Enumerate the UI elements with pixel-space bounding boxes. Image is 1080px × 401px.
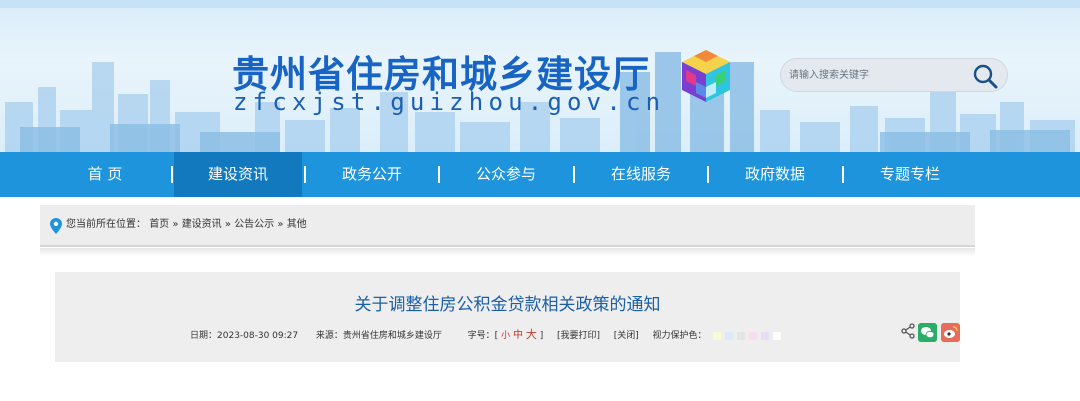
publish-date: 2023-08-30 09:27 — [217, 331, 299, 341]
font-small-button[interactable]: 小 — [501, 329, 510, 343]
print-link[interactable]: [我要打印] — [557, 329, 600, 343]
nav-separator — [304, 166, 306, 183]
nav-separator — [171, 166, 173, 183]
nav-item-government-affairs[interactable]: 政务公开 — [316, 152, 428, 197]
weibo-share-icon[interactable] — [941, 323, 960, 342]
nav-item-special-topics[interactable]: 专题专栏 — [854, 152, 966, 197]
bracket-close: ] — [539, 331, 544, 341]
search-input[interactable] — [781, 59, 967, 91]
breadcrumb-shadow — [40, 248, 975, 256]
font-large-button[interactable]: 大 — [526, 328, 537, 342]
eye-care-color-swatch[interactable] — [761, 331, 770, 340]
bracket-open: [ — [494, 331, 499, 341]
breadcrumb-link-home[interactable]: 首页 — [149, 219, 169, 230]
nav-item-public-participation[interactable]: 公众参与 — [450, 152, 562, 197]
source-label: 来源： — [315, 331, 343, 341]
eye-care-label: 视力保护色： — [652, 331, 707, 341]
nav-item-government-data[interactable]: 政府数据 — [719, 152, 831, 197]
eye-care-color-swatch[interactable] — [737, 331, 746, 340]
font-size-label: 字号： — [467, 331, 495, 341]
location-pin-icon — [50, 218, 62, 234]
breadcrumb-trail: 您当前所在位置： 首页 » 建设资讯 » 公告公示 » 其他 — [66, 205, 307, 245]
article-header: 关于调整住房公积金贷款相关政策的通知 日期：2023-08-30 09:27 来… — [55, 272, 960, 362]
close-link[interactable]: [关闭] — [614, 329, 639, 343]
nav-separator — [573, 166, 575, 183]
eye-care-color-swatch[interactable] — [773, 331, 782, 340]
banner-top-stripe — [0, 0, 1080, 8]
article-meta: 日期：2023-08-30 09:27 来源：贵州省住房和城乡建设厅 字号：[ … — [190, 328, 782, 343]
nav-item-online-services[interactable]: 在线服务 — [585, 152, 697, 197]
share-icon[interactable] — [900, 323, 916, 339]
cube-logo-icon — [682, 50, 730, 102]
date-label: 日期： — [190, 331, 218, 341]
site-domain: zfcxjst.guizhou.gov.cn — [233, 88, 666, 116]
breadcrumb: 您当前所在位置： 首页 » 建设资讯 » 公告公示 » 其他 — [40, 205, 975, 247]
nav-separator — [707, 166, 709, 183]
header-banner: 贵州省住房和城乡建设厅 zfcxjst.guizhou.gov.cn — [0, 0, 1080, 152]
eye-care-color-swatch[interactable] — [749, 331, 758, 340]
search-icon[interactable] — [971, 62, 999, 90]
eye-care-color-swatch[interactable] — [725, 331, 734, 340]
nav-separator — [438, 166, 440, 183]
search-box — [780, 58, 1008, 92]
wechat-share-icon[interactable] — [918, 323, 937, 342]
breadcrumb-separator: » — [224, 219, 231, 230]
eye-care-color-swatch[interactable] — [713, 331, 722, 340]
nav-separator — [842, 166, 844, 183]
article-title: 关于调整住房公积金贷款相关政策的通知 — [354, 295, 661, 315]
breadcrumb-prefix: 您当前所在位置： — [66, 219, 146, 230]
breadcrumb-link-construction-news[interactable]: 建设资讯 — [182, 219, 222, 230]
breadcrumb-link-announcements[interactable]: 公告公示 — [234, 219, 274, 230]
article-source: 贵州省住房和城乡建设厅 — [342, 331, 442, 341]
nav-item-construction-news[interactable]: 建设资讯 — [174, 152, 302, 197]
font-medium-button[interactable]: 中 — [513, 329, 523, 343]
breadcrumb-separator: » — [277, 219, 284, 230]
breadcrumb-separator: » — [172, 219, 179, 230]
main-nav: 首 页 建设资讯 政务公开 公众参与 在线服务 政府数据 专题专栏 — [0, 152, 1080, 197]
nav-item-home[interactable]: 首 页 — [55, 152, 155, 197]
breadcrumb-link-other[interactable]: 其他 — [287, 219, 307, 230]
